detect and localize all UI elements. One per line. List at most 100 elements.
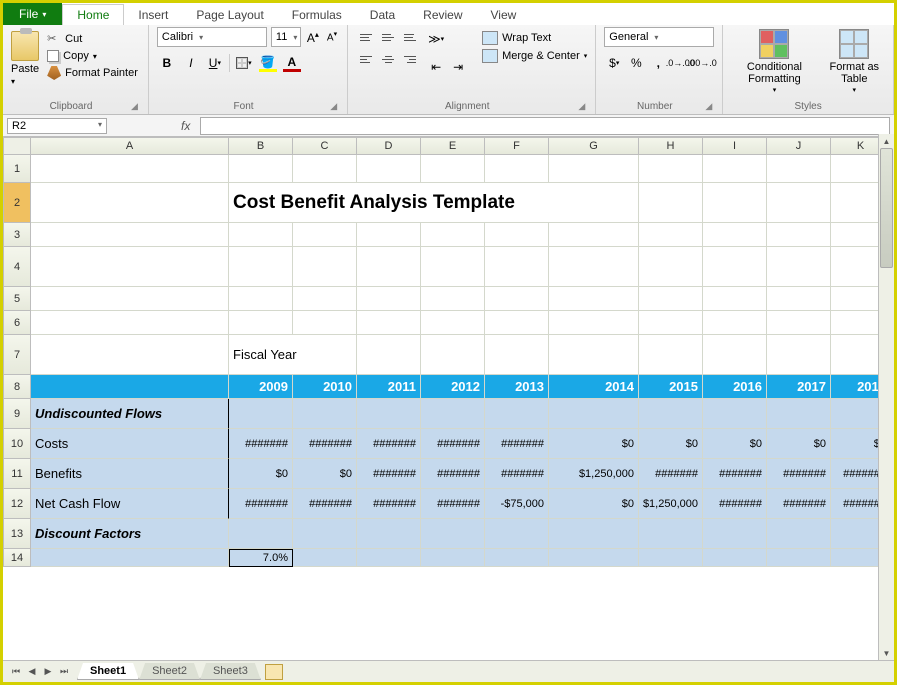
orientation-button[interactable]: ≫▾ (426, 29, 446, 49)
grow-font-button[interactable]: A▴ (305, 30, 321, 45)
cell[interactable] (767, 223, 831, 247)
cell[interactable] (549, 223, 639, 247)
discount-rate-cell[interactable]: 7.0% (229, 549, 293, 567)
cell[interactable] (357, 399, 421, 429)
row-header-10[interactable]: 10 (3, 429, 31, 459)
cell[interactable] (421, 287, 485, 311)
align-right-button[interactable] (400, 49, 420, 69)
cell[interactable] (703, 335, 767, 375)
cell[interactable] (485, 549, 549, 567)
scroll-down-icon[interactable]: ▼ (879, 646, 894, 660)
row-label-netcf[interactable]: Net Cash Flow (31, 489, 229, 519)
row-label-costs[interactable]: Costs (31, 429, 229, 459)
row-header-12[interactable]: 12 (3, 489, 31, 519)
shrink-font-button[interactable]: A▾ (325, 30, 339, 43)
scroll-thumb[interactable] (880, 148, 893, 268)
cell[interactable] (703, 311, 767, 335)
data-cell[interactable]: ####### (229, 489, 293, 519)
cell[interactable] (767, 311, 831, 335)
data-cell[interactable]: $0 (549, 429, 639, 459)
col-header-C[interactable]: C (293, 137, 357, 155)
cell[interactable] (767, 287, 831, 311)
cell[interactable] (639, 155, 703, 183)
cell[interactable] (357, 287, 421, 311)
formula-input[interactable] (200, 117, 890, 135)
data-cell[interactable]: $0 (703, 429, 767, 459)
cell[interactable] (293, 399, 357, 429)
data-cell[interactable]: $0 (229, 459, 293, 489)
row-header-6[interactable]: 6 (3, 311, 31, 335)
cell[interactable] (293, 247, 357, 287)
cell[interactable] (767, 183, 831, 223)
cell[interactable] (703, 549, 767, 567)
cell[interactable] (421, 399, 485, 429)
new-sheet-button[interactable] (265, 664, 283, 680)
cell[interactable] (229, 155, 293, 183)
cell-grid[interactable]: Cost Benefit Analysis TemplateFiscal Yea… (31, 155, 891, 567)
font-name-select[interactable]: Calibri (157, 27, 267, 47)
tab-home[interactable]: Home (62, 4, 124, 25)
align-bottom-button[interactable] (400, 27, 420, 47)
name-box[interactable]: R2 (7, 118, 107, 134)
cell[interactable] (703, 223, 767, 247)
tab-nav-next[interactable]: ▶ (41, 665, 55, 679)
data-cell[interactable]: ####### (357, 429, 421, 459)
data-cell[interactable]: ####### (421, 489, 485, 519)
cell[interactable] (229, 247, 293, 287)
font-dialog-icon[interactable]: ◢ (330, 101, 339, 112)
sheet-tab-2[interactable]: Sheet2 (139, 663, 200, 680)
year-header[interactable]: 2016 (703, 375, 767, 399)
cell[interactable] (485, 287, 549, 311)
cell[interactable] (357, 335, 421, 375)
italic-button[interactable]: I (181, 53, 201, 73)
sheet-tab-3[interactable]: Sheet3 (200, 663, 261, 680)
cell[interactable] (31, 549, 229, 567)
cell[interactable] (485, 311, 549, 335)
tab-file[interactable]: File (3, 3, 62, 25)
cell[interactable] (485, 519, 549, 549)
col-header-D[interactable]: D (357, 137, 421, 155)
col-header-A[interactable]: A (31, 137, 229, 155)
tab-nav-first[interactable]: ⏮ (9, 665, 23, 679)
data-cell[interactable]: ####### (639, 459, 703, 489)
data-cell[interactable]: ####### (703, 459, 767, 489)
year-header[interactable]: 2013 (485, 375, 549, 399)
decrease-indent-button[interactable]: ⇤ (426, 57, 446, 77)
cell[interactable] (357, 155, 421, 183)
cell[interactable] (639, 287, 703, 311)
year-header[interactable]: 2011 (357, 375, 421, 399)
cell[interactable] (293, 311, 357, 335)
cell[interactable] (421, 155, 485, 183)
col-header-B[interactable]: B (229, 137, 293, 155)
cell[interactable] (549, 399, 639, 429)
col-header-I[interactable]: I (703, 137, 767, 155)
section-undiscounted[interactable]: Undiscounted Flows (31, 399, 229, 429)
cell[interactable] (639, 247, 703, 287)
cell[interactable] (703, 287, 767, 311)
decrease-decimal-button[interactable]: .00→.0 (692, 53, 712, 73)
cell[interactable] (421, 335, 485, 375)
data-cell[interactable]: $0 (293, 459, 357, 489)
paste-button[interactable]: Paste (11, 27, 39, 87)
col-header-F[interactable]: F (485, 137, 549, 155)
data-cell[interactable]: $0 (549, 489, 639, 519)
cell[interactable] (639, 399, 703, 429)
year-header[interactable]: 2015 (639, 375, 703, 399)
tab-page-layout[interactable]: Page Layout (182, 5, 277, 25)
cell[interactable] (639, 183, 703, 223)
cell[interactable] (703, 155, 767, 183)
row-header-11[interactable]: 11 (3, 459, 31, 489)
select-all-corner[interactable] (3, 137, 31, 155)
cell[interactable] (31, 311, 229, 335)
row-header-13[interactable]: 13 (3, 519, 31, 549)
cell[interactable] (293, 549, 357, 567)
title-cell[interactable]: Cost Benefit Analysis Template (229, 183, 639, 223)
increase-indent-button[interactable]: ⇥ (448, 57, 468, 77)
data-cell[interactable]: ####### (767, 489, 831, 519)
cell[interactable] (31, 155, 229, 183)
row-header-3[interactable]: 3 (3, 223, 31, 247)
sheet-tab-1[interactable]: Sheet1 (77, 663, 139, 680)
cell[interactable] (549, 519, 639, 549)
row-header-5[interactable]: 5 (3, 287, 31, 311)
cell[interactable] (357, 223, 421, 247)
